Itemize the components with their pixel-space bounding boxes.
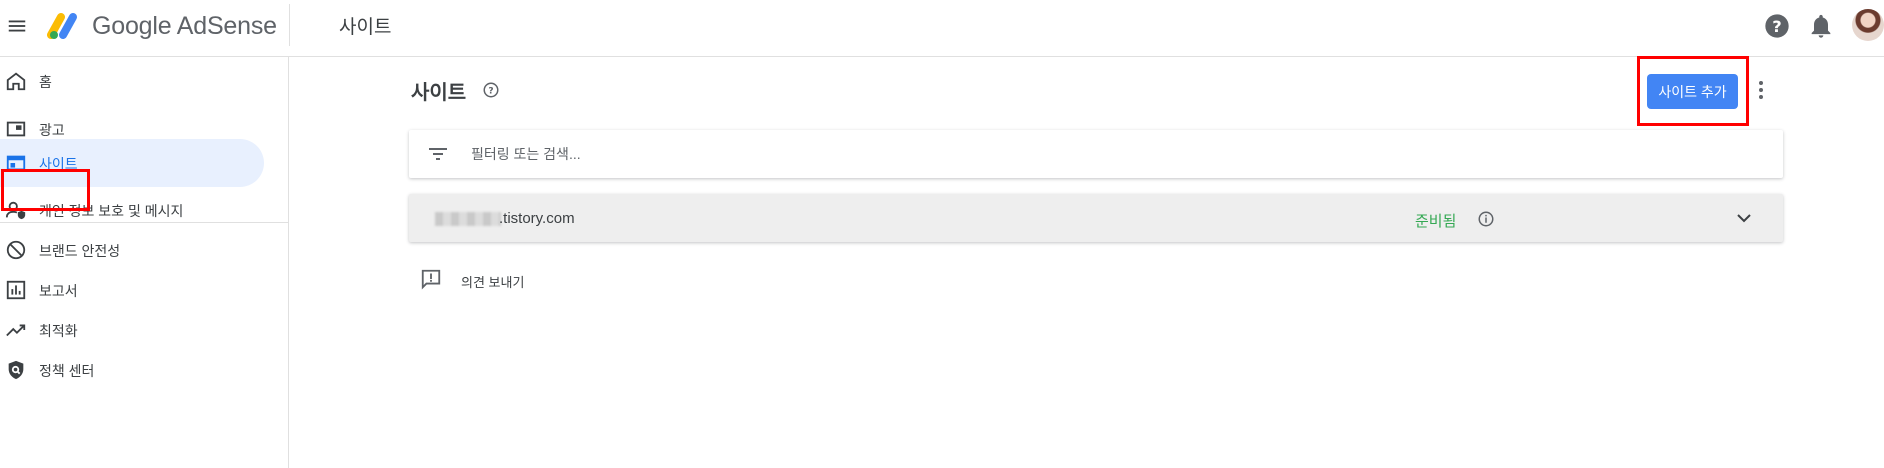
menu-icon[interactable]: [6, 15, 28, 37]
sidebar-item-label: 최적화: [39, 323, 78, 339]
svg-text:?: ?: [488, 86, 493, 96]
highlight-box-add-site: [1637, 56, 1749, 126]
svg-text:?: ?: [1772, 17, 1781, 36]
home-icon: [6, 72, 26, 91]
sidebar-item-label: 홈: [39, 74, 52, 90]
optimization-icon: [6, 324, 26, 337]
reports-icon: [6, 280, 26, 300]
brand-name[interactable]: Google AdSense: [92, 12, 277, 41]
sidebar-item-label: 광고: [39, 122, 65, 138]
brand-safety-icon: [6, 240, 26, 260]
info-icon[interactable]: [1477, 210, 1495, 228]
help-outline-icon[interactable]: ?: [482, 81, 500, 99]
header-divider: [289, 4, 290, 46]
filter-bar: [409, 130, 1783, 178]
site-name: .tistory.com: [499, 210, 575, 227]
more-options-icon[interactable]: [1752, 78, 1770, 102]
adsense-logo-icon[interactable]: [47, 11, 81, 41]
sidebar-item-label: 보고서: [39, 283, 78, 299]
filter-search-input[interactable]: [471, 140, 1751, 168]
site-status: 준비됨: [1415, 213, 1457, 230]
page-title: 사이트: [411, 82, 467, 104]
sidebar-item-policy-center[interactable]: 정책 센터: [0, 346, 264, 394]
send-feedback-link[interactable]: 의견 보내기: [420, 266, 580, 292]
policy-center-icon: [8, 360, 24, 380]
avatar[interactable]: [1852, 9, 1884, 41]
header-page-title: 사이트: [339, 17, 392, 38]
highlight-box-sites-nav: [1, 169, 90, 211]
sidebar-item-label: 정책 센터: [39, 363, 95, 379]
redacted-domain-prefix: [435, 212, 501, 226]
sidebar-item-label: 브랜드 안전성: [39, 243, 121, 259]
sidebar-item-home[interactable]: 홈: [0, 57, 264, 105]
site-row[interactable]: .tistory.com 준비됨: [409, 194, 1783, 242]
feedback-label: 의견 보내기: [461, 275, 525, 290]
chevron-down-icon[interactable]: [1732, 206, 1756, 230]
sidebar: 홈 광고 사이트 개인 정보 보호 및 메시지 브랜드 안전성 보고서 최적화 …: [0, 57, 289, 468]
notifications-icon[interactable]: [1807, 12, 1835, 40]
ads-icon: [6, 121, 26, 137]
top-app-bar: Google AdSense 사이트 ?: [0, 0, 1884, 57]
help-icon[interactable]: ?: [1763, 12, 1791, 40]
feedback-icon: [421, 269, 441, 290]
filter-icon[interactable]: [427, 144, 449, 164]
